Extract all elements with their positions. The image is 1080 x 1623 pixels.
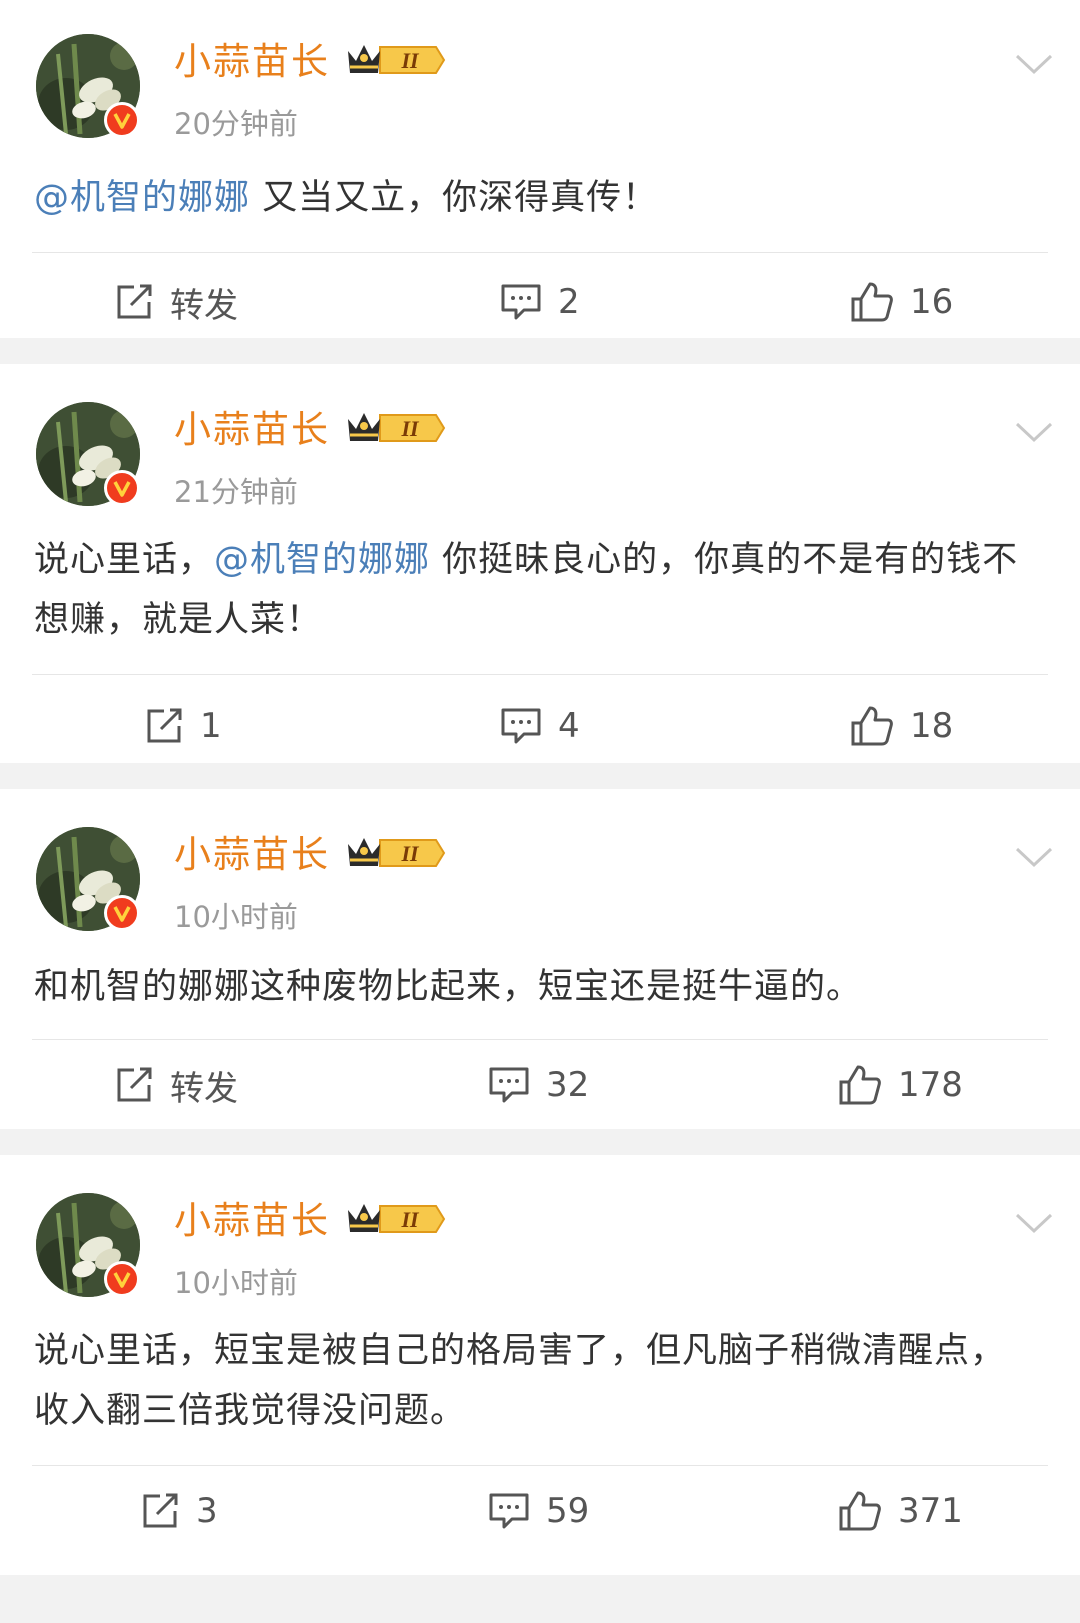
post-time: 10小时前 [174, 1266, 298, 1300]
membership-crown-icon[interactable]: II [346, 834, 446, 876]
like-icon [851, 282, 893, 322]
comment-icon [501, 284, 541, 320]
verified-badge-icon [104, 470, 140, 506]
comment-button[interactable]: 2 [500, 272, 580, 332]
post-card: 小蒜苗长 II 10小时前 说心里话，短宝是被自己的格局害了，但凡脑子稍微清醒点… [0, 1155, 1080, 1575]
repost-count: 1 [200, 706, 222, 746]
comment-count: 4 [558, 706, 580, 746]
comment-count: 32 [546, 1065, 590, 1105]
membership-crown-icon[interactable]: II [346, 41, 446, 83]
post-card: 小蒜苗长 II 21分钟前 说心里话，@机智的娜娜 你挺昧良心的，你真的不是有的… [0, 364, 1080, 763]
repost-label: 转发 [170, 1068, 238, 1109]
separator [0, 1129, 1080, 1155]
level-text: II [400, 841, 420, 866]
divider [32, 1039, 1048, 1040]
comment-count: 59 [546, 1491, 590, 1531]
membership-crown-icon[interactable]: II [346, 1200, 446, 1242]
comment-button[interactable]: 32 [488, 1055, 589, 1115]
like-icon [839, 1065, 881, 1105]
action-bar: 1 4 18 [0, 696, 1080, 756]
repost-icon [147, 708, 182, 743]
divider [32, 1465, 1048, 1466]
repost-label: 转发 [170, 285, 238, 326]
repost-icon [117, 284, 152, 319]
username[interactable]: 小蒜苗长 [174, 1199, 330, 1243]
action-bar: 转发 32 178 [0, 1055, 1080, 1115]
divider [32, 252, 1048, 253]
level-text: II [400, 416, 420, 441]
membership-crown-icon[interactable]: II [346, 409, 446, 451]
post-time: 20分钟前 [174, 107, 298, 141]
post-text: 说心里话，短宝是被自己的格局害了，但凡脑子稍微清醒点，收入翻三倍我觉得没问题。 [34, 1331, 1007, 1431]
repost-button[interactable]: 1 [144, 696, 222, 756]
level-text: II [400, 48, 420, 73]
avatar[interactable] [36, 34, 140, 138]
post-content: @机智的娜娜 又当又立，你深得真传！ [34, 168, 1040, 228]
repost-button[interactable]: 3 [140, 1481, 218, 1541]
post-time: 21分钟前 [174, 475, 298, 509]
comment-button[interactable]: 4 [500, 696, 580, 756]
post-text: 说心里话， [34, 540, 215, 580]
verified-badge-icon [104, 895, 140, 931]
comment-icon [489, 1493, 529, 1529]
weibo-feed: 小蒜苗长 II 20分钟前 @机智的娜娜 又当又立，你深得真传！ 转发 2 16… [0, 0, 1080, 1575]
username[interactable]: 小蒜苗长 [174, 408, 330, 452]
separator [0, 338, 1080, 364]
comment-count: 2 [558, 282, 580, 322]
like-count: 371 [898, 1491, 963, 1531]
like-count: 16 [910, 282, 954, 322]
post-time: 10小时前 [174, 900, 298, 934]
post-content: 和机智的娜娜这种废物比起来，短宝还是挺牛逼的。 [34, 957, 1040, 1017]
chevron-down-icon[interactable] [1014, 845, 1054, 869]
like-icon [851, 706, 893, 746]
level-text: II [400, 1207, 420, 1232]
username[interactable]: 小蒜苗长 [174, 40, 330, 84]
mention-link[interactable]: @机智的娜娜 [34, 178, 250, 218]
like-count: 178 [898, 1065, 963, 1105]
repost-button[interactable]: 转发 [114, 1055, 238, 1115]
post-content: 说心里话，短宝是被自己的格局害了，但凡脑子稍微清醒点，收入翻三倍我觉得没问题。 [34, 1321, 1040, 1441]
verified-badge-icon [104, 1261, 140, 1297]
divider [32, 674, 1048, 675]
post-content: 说心里话，@机智的娜娜 你挺昧良心的，你真的不是有的钱不想赚，就是人菜！ [34, 530, 1040, 650]
comment-button[interactable]: 59 [488, 1481, 589, 1541]
like-count: 18 [910, 706, 954, 746]
username[interactable]: 小蒜苗长 [174, 833, 330, 877]
repost-button[interactable]: 转发 [114, 272, 238, 332]
avatar[interactable] [36, 1193, 140, 1297]
action-bar: 转发 2 16 [0, 272, 1080, 332]
like-button[interactable]: 16 [850, 272, 953, 332]
like-button[interactable]: 18 [850, 696, 953, 756]
verified-badge-icon [104, 102, 140, 138]
mention-link[interactable]: @机智的娜娜 [214, 540, 430, 580]
chevron-down-icon[interactable] [1014, 420, 1054, 444]
comment-icon [501, 708, 541, 744]
like-icon [839, 1491, 881, 1531]
post-card: 小蒜苗长 II 10小时前 和机智的娜娜这种废物比起来，短宝还是挺牛逼的。 转发 [0, 789, 1080, 1129]
like-button[interactable]: 371 [838, 1481, 963, 1541]
chevron-down-icon[interactable] [1014, 52, 1054, 76]
post-card: 小蒜苗长 II 20分钟前 @机智的娜娜 又当又立，你深得真传！ 转发 2 16 [0, 0, 1080, 338]
action-bar: 3 59 371 [0, 1481, 1080, 1541]
separator [0, 763, 1080, 789]
avatar[interactable] [36, 827, 140, 931]
like-button[interactable]: 178 [838, 1055, 963, 1115]
repost-icon [117, 1067, 152, 1102]
comment-icon [489, 1067, 529, 1103]
post-text: 和机智的娜娜这种废物比起来，短宝还是挺牛逼的。 [34, 967, 863, 1007]
avatar[interactable] [36, 402, 140, 506]
repost-count: 3 [196, 1491, 218, 1531]
post-text: 又当又立，你深得真传！ [250, 178, 659, 218]
repost-icon [143, 1493, 178, 1528]
chevron-down-icon[interactable] [1014, 1211, 1054, 1235]
